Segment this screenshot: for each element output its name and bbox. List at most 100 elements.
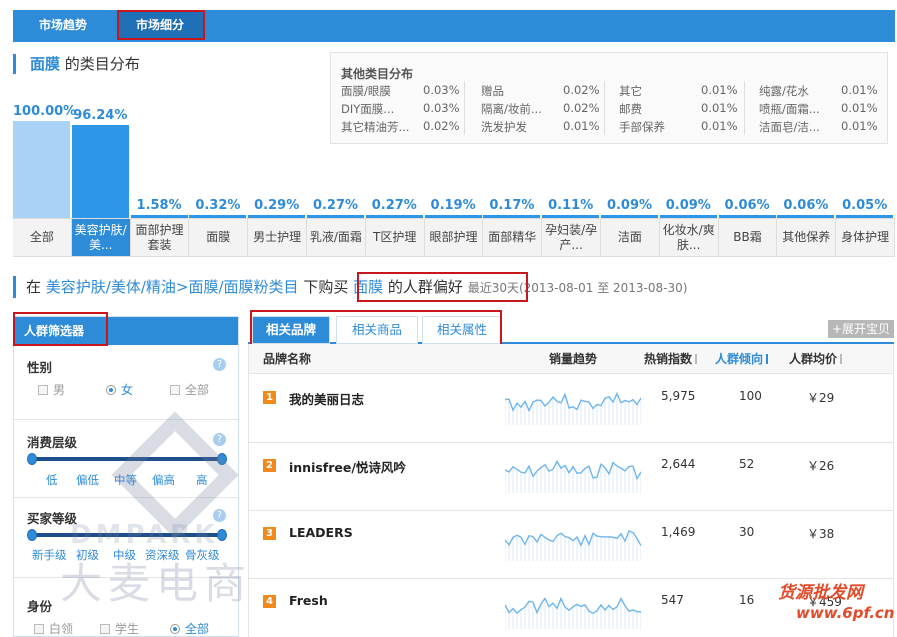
rank-badge: 3 bbox=[263, 527, 276, 540]
tab-related-brands[interactable]: 相关品牌 bbox=[252, 316, 330, 344]
expand-items-button[interactable]: +展开宝贝 bbox=[827, 320, 894, 338]
bar-column[interactable]: 96.24% bbox=[71, 100, 129, 218]
sort-icon bbox=[840, 354, 844, 364]
category-tab-label: 眼部护理 bbox=[429, 230, 478, 244]
category-tab[interactable]: 乳液/面霜 bbox=[307, 219, 366, 256]
sales-trend-sparkline bbox=[505, 391, 641, 425]
bar-value-label: 0.06% bbox=[783, 198, 829, 213]
category-tab-label: 面部护理 bbox=[135, 222, 184, 237]
category-bar-chart: 100.00% 96.24% 1.58% 0.32% 0.29% 0.27% 0.27% 0.… bbox=[13, 100, 895, 218]
bar-value-label: 0.09% bbox=[665, 198, 711, 213]
header-crowd-avg-price[interactable]: 人群均价 bbox=[789, 344, 844, 374]
category-tab-label: 美... bbox=[88, 237, 113, 252]
bar-value-label: 0.09% bbox=[606, 198, 653, 213]
identity-option-student[interactable]: 学生 bbox=[100, 620, 139, 636]
tab-related-attributes[interactable]: 相关属性 bbox=[422, 316, 502, 344]
other-category-value: 0.02% bbox=[563, 83, 600, 97]
brand-name[interactable]: LEADERS bbox=[289, 525, 353, 540]
bar-column[interactable]: 0.27% bbox=[365, 100, 423, 218]
table-row[interactable]: 2 innisfree/悦诗风吟 2,644 52 ￥26 bbox=[249, 443, 893, 511]
category-tab[interactable]: 眼部护理 bbox=[425, 219, 484, 256]
category-tab[interactable]: BB霜 bbox=[719, 219, 778, 256]
category-row: 全部 美容护肤/美... 面部护理 套装 面膜 男士护理 乳液/面霜 T区护理 眼部护理 面部精华… bbox=[13, 218, 895, 257]
bar-column[interactable]: 0.06% bbox=[718, 100, 776, 218]
identity-option-whitecollar[interactable]: 白领 bbox=[34, 620, 73, 636]
category-tab[interactable]: 面部精华 bbox=[483, 219, 543, 256]
bar-column[interactable]: 0.17% bbox=[483, 100, 541, 218]
bar-column[interactable]: 0.09% bbox=[601, 100, 658, 218]
bar bbox=[71, 124, 129, 218]
bar-column[interactable]: 0.27% bbox=[307, 100, 364, 218]
category-tab-label: 肤... bbox=[676, 237, 701, 252]
filter-gender-label: 性别 bbox=[27, 360, 53, 375]
gender-option-female[interactable]: 女 bbox=[106, 381, 133, 398]
buyer-slider-max-handle[interactable] bbox=[217, 529, 227, 541]
gender-option-male[interactable]: 男 bbox=[38, 381, 65, 398]
brand-name[interactable]: Fresh bbox=[289, 593, 328, 608]
category-tab[interactable]: 全部 bbox=[13, 219, 72, 256]
other-category-item: 赠品 0.02% bbox=[481, 83, 600, 99]
filter-identity-label: 身份 bbox=[27, 599, 53, 614]
bar-value-label: 0.11% bbox=[548, 198, 594, 213]
watermark-site-url: www.6pf.cn bbox=[796, 604, 895, 622]
category-tab-label: 全部 bbox=[29, 230, 54, 244]
category-tab[interactable]: 男士护理 bbox=[248, 219, 307, 256]
tab-market-segment[interactable]: 市场细分 bbox=[117, 10, 203, 40]
identity-option-all[interactable]: 全部 bbox=[170, 620, 209, 636]
table-row[interactable]: 3 LEADERS 1,469 30 ￥38 bbox=[249, 511, 893, 579]
category-tab-label: 美容护肤/ bbox=[74, 222, 127, 237]
help-icon[interactable]: ? bbox=[213, 433, 226, 446]
buyer-slider-min-handle[interactable] bbox=[27, 529, 37, 541]
help-icon[interactable]: ? bbox=[213, 358, 226, 371]
sort-icon bbox=[695, 354, 699, 364]
gender-option-all[interactable]: 全部 bbox=[170, 381, 209, 398]
spend-slider-min-handle[interactable] bbox=[27, 453, 37, 465]
category-tab-label: 其他保养 bbox=[782, 230, 831, 244]
bar-column[interactable]: 0.29% bbox=[248, 100, 306, 218]
brand-name[interactable]: 我的美丽日志 bbox=[289, 389, 364, 408]
bar-column[interactable]: 0.06% bbox=[777, 100, 835, 218]
category-tab[interactable]: 身体护理 bbox=[836, 219, 895, 256]
checkbox-icon bbox=[34, 624, 44, 634]
tab-market-trend[interactable]: 市场趋势 bbox=[13, 10, 113, 40]
brand-name[interactable]: innisfree/悦诗风吟 bbox=[289, 457, 406, 476]
other-category-name: 面膜/眼膜 bbox=[341, 84, 391, 98]
category-tab[interactable]: 面部护理 套装 bbox=[131, 219, 190, 256]
other-category-name: 其它 bbox=[619, 84, 642, 98]
category-tab[interactable]: 洁面 bbox=[601, 219, 660, 256]
bar-column[interactable]: 100.00% bbox=[13, 100, 77, 218]
watermark-brand-cn: 大麦电商 bbox=[60, 559, 253, 608]
tab-related-products[interactable]: 相关商品 bbox=[336, 316, 418, 344]
bar-column[interactable]: 0.11% bbox=[542, 100, 600, 218]
checkbox-icon bbox=[38, 385, 48, 395]
hot-index: 5,975 bbox=[661, 389, 696, 403]
bar-value-label: 100.00% bbox=[13, 104, 77, 119]
radio-icon bbox=[170, 624, 180, 634]
crowd-title-period: 最近30天(2013-08-01 至 2013-08-30) bbox=[467, 281, 688, 295]
category-tab[interactable]: T区护理 bbox=[366, 219, 425, 256]
category-tab-label: 面膜 bbox=[206, 230, 231, 244]
top-tab-bar: 市场趋势 市场细分 bbox=[13, 10, 895, 40]
category-tab[interactable]: 其他保养 bbox=[777, 219, 837, 256]
distribution-category: 面膜 bbox=[30, 55, 61, 73]
bar-column[interactable]: 0.19% bbox=[424, 100, 482, 218]
header-crowd-tendency[interactable]: 人群倾向 bbox=[715, 344, 770, 374]
category-tab[interactable]: 面膜 bbox=[189, 219, 249, 256]
distribution-title: 面膜 的类目分布 bbox=[13, 54, 140, 74]
bar-value-label: 0.29% bbox=[254, 198, 300, 213]
other-category-title: 其他类目分布 bbox=[341, 67, 414, 81]
table-row[interactable]: 1 我的美丽日志 5,975 100 ￥29 bbox=[249, 375, 893, 443]
category-tab[interactable]: 孕妇装/孕 产... bbox=[542, 219, 601, 256]
bar-column[interactable]: 0.05% bbox=[836, 100, 894, 218]
crowd-title-path[interactable]: 美容护肤/美体/精油>面膜/面膜粉类目 bbox=[46, 278, 299, 296]
bar-column[interactable]: 0.32% bbox=[189, 100, 247, 218]
bar-column[interactable]: 1.58% bbox=[130, 100, 188, 218]
header-hot-index[interactable]: 热销指数 bbox=[644, 344, 699, 374]
category-tab-label: 男士护理 bbox=[253, 230, 302, 244]
bar-column[interactable]: 0.09% bbox=[659, 100, 717, 218]
other-category-item: 纯露/花水 0.01% bbox=[759, 83, 878, 99]
category-tab[interactable]: 美容护肤/美... bbox=[71, 219, 131, 256]
category-tab[interactable]: 化妆水/爽 肤... bbox=[660, 219, 719, 256]
crowd-title-mid: 下购买 bbox=[303, 278, 349, 296]
tab-underline bbox=[13, 40, 895, 42]
